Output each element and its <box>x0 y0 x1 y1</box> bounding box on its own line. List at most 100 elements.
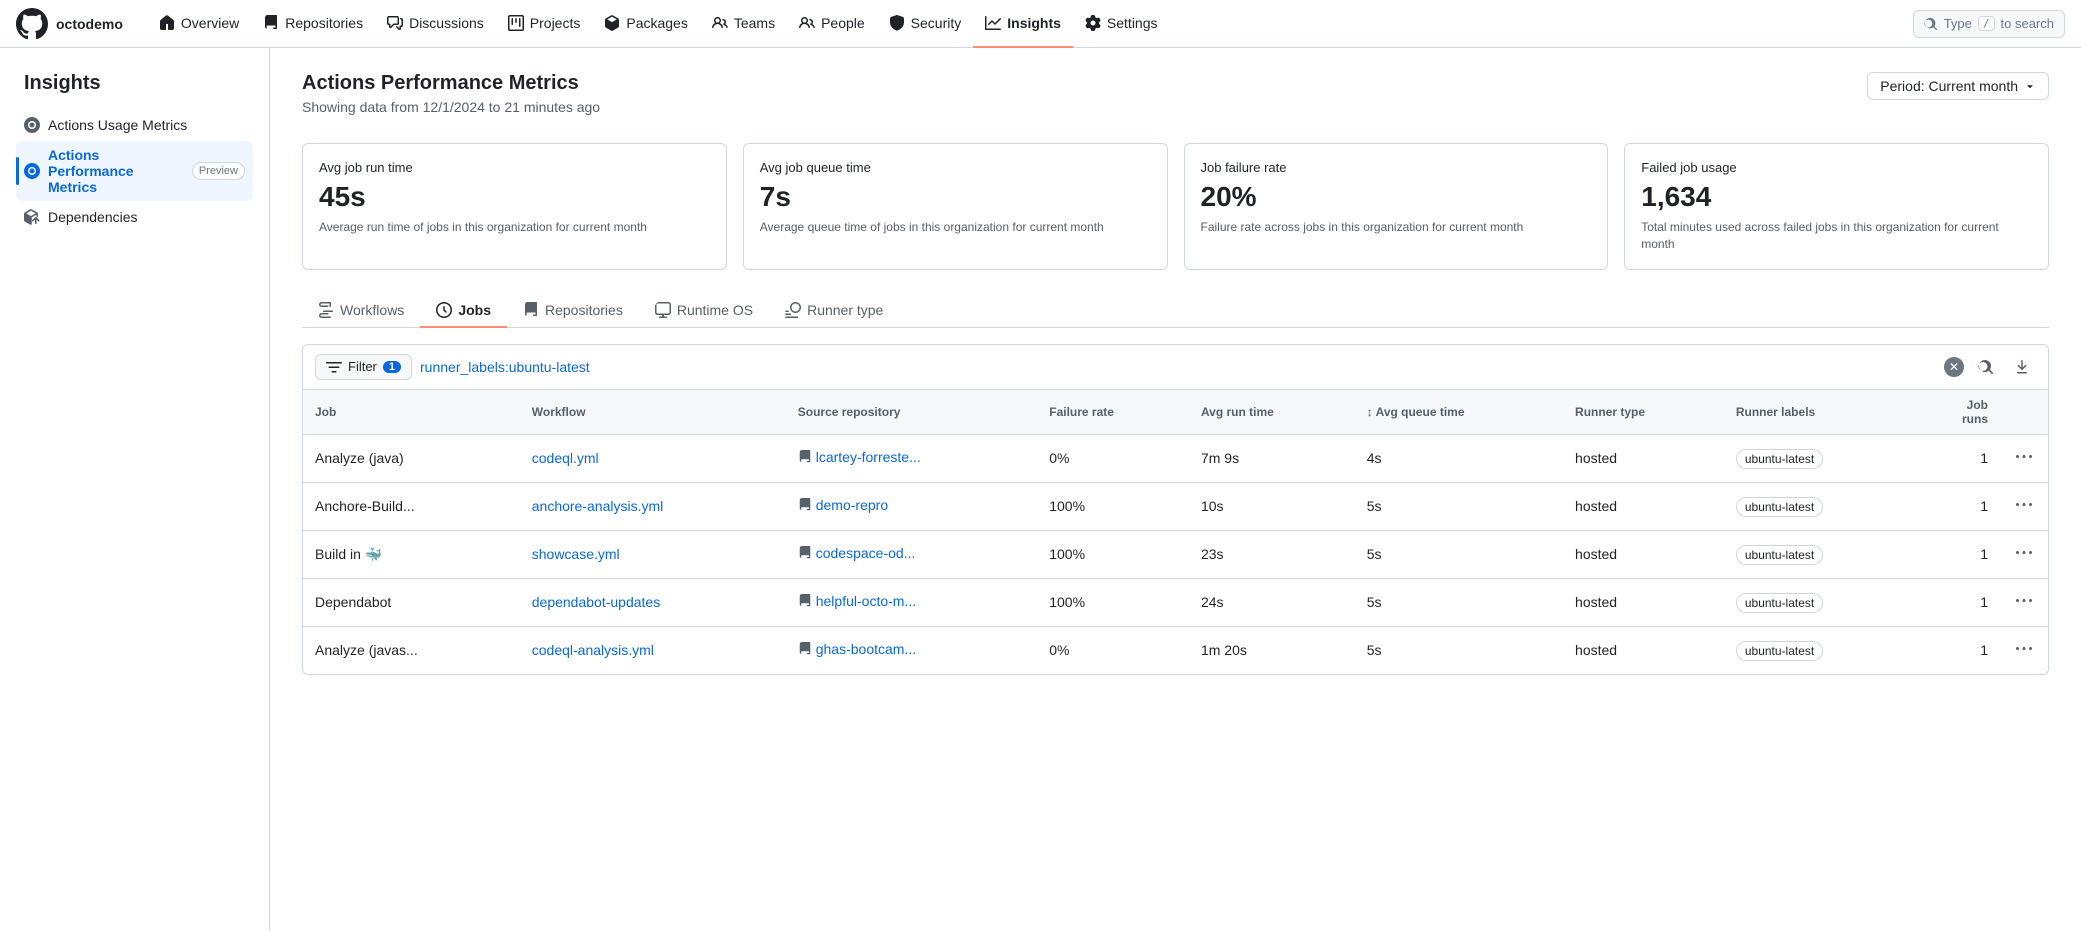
circle-dot-icon <box>24 117 40 133</box>
workflow-link-2[interactable]: showcase.yml <box>532 546 620 562</box>
cell-failure-rate-3: 100% <box>1037 578 1189 626</box>
cell-runner-type-2: hosted <box>1563 530 1724 578</box>
nav-item-security[interactable]: Security <box>877 0 974 48</box>
table-row: Anchore-Build... anchore-analysis.yml de… <box>303 482 2048 530</box>
filter-label: Filter <box>348 359 377 374</box>
nav-items: Overview Repositories Discussions Projec… <box>147 0 1913 48</box>
download-icon <box>2014 359 2030 375</box>
nav-item-repositories-label: Repositories <box>285 15 363 31</box>
period-button-label: Period: Current month <box>1880 78 2018 94</box>
stat-card-1: Avg job queue time 7s Average queue time… <box>743 143 1168 270</box>
sidebar-item-dependencies[interactable]: Dependencies <box>16 203 253 231</box>
more-icon-4 <box>2016 641 2032 657</box>
stat-desc-1: Average queue time of jobs in this organ… <box>760 219 1151 236</box>
sidebar-item-actions-usage[interactable]: Actions Usage Metrics <box>16 111 253 139</box>
cell-avg-run-time-0: 7m 9s <box>1189 434 1355 482</box>
cell-workflow-1: anchore-analysis.yml <box>520 482 786 530</box>
filter-clear-button[interactable]: ✕ <box>1944 357 1964 377</box>
source-repo-link-3[interactable]: helpful-octo-m... <box>816 593 916 609</box>
nav-item-repositories[interactable]: Repositories <box>251 0 375 48</box>
cell-workflow-2: showcase.yml <box>520 530 786 578</box>
tab-jobs[interactable]: Jobs <box>420 294 507 328</box>
table-row: Dependabot dependabot-updates helpful-oc… <box>303 578 2048 626</box>
more-actions-button-4[interactable] <box>2012 637 2036 664</box>
jobs-icon <box>436 302 452 318</box>
search-icon <box>1924 17 1938 31</box>
th-runner-type: Runner type <box>1563 390 1724 435</box>
cell-runner-labels-1: ubuntu-latest <box>1724 482 1915 530</box>
tab-runtime-os[interactable]: Runtime OS <box>639 294 769 328</box>
search-label: Type <box>1944 16 1972 31</box>
nav-item-people[interactable]: People <box>787 0 877 48</box>
more-actions-button-3[interactable] <box>2012 589 2036 616</box>
nav-item-teams[interactable]: Teams <box>700 0 787 48</box>
search-filter-icon <box>1978 359 1994 375</box>
filter-download-button[interactable] <box>2008 353 2036 381</box>
nav-logo[interactable]: octodemo <box>16 8 139 40</box>
stat-card-0: Avg job run time 45s Average run time of… <box>302 143 727 270</box>
nav-item-settings-label: Settings <box>1107 15 1158 31</box>
nav-item-packages-label: Packages <box>626 15 687 31</box>
cell-avg-run-time-3: 24s <box>1189 578 1355 626</box>
source-repo-link-0[interactable]: lcartey-forreste... <box>816 449 921 465</box>
more-actions-button-0[interactable] <box>2012 445 2036 472</box>
cell-failure-rate-2: 100% <box>1037 530 1189 578</box>
cell-workflow-3: dependabot-updates <box>520 578 786 626</box>
workflow-link-1[interactable]: anchore-analysis.yml <box>532 498 664 514</box>
source-repo-link-1[interactable]: demo-repro <box>816 497 888 513</box>
chevron-down-icon <box>2024 80 2036 92</box>
more-icon-2 <box>2016 545 2032 561</box>
source-repo-link-4[interactable]: ghas-bootcam... <box>816 641 916 657</box>
tab-workflows[interactable]: Workflows <box>302 294 420 328</box>
stat-label-1: Avg job queue time <box>760 160 1151 175</box>
more-actions-button-2[interactable] <box>2012 541 2036 568</box>
sidebar-item-dependencies-label: Dependencies <box>48 209 138 225</box>
nav-item-discussions-label: Discussions <box>409 15 484 31</box>
period-button[interactable]: Period: Current month <box>1867 72 2049 100</box>
security-icon <box>889 15 905 31</box>
sidebar-title: Insights <box>16 72 253 95</box>
table-row: Analyze (javas... codeql-analysis.yml gh… <box>303 626 2048 674</box>
cell-job-2: Build in 🐳 <box>303 530 520 578</box>
search-box[interactable]: Type / to search <box>1913 10 2065 38</box>
nav-item-insights[interactable]: Insights <box>973 0 1073 48</box>
workflow-link-4[interactable]: codeql-analysis.yml <box>532 642 654 658</box>
nav-item-discussions[interactable]: Discussions <box>375 0 496 48</box>
tab-runner-type[interactable]: Runner type <box>769 294 899 328</box>
nav-item-overview-label: Overview <box>181 15 239 31</box>
stat-desc-2: Failure rate across jobs in this organiz… <box>1201 219 1592 236</box>
filter-search-button[interactable] <box>1972 353 2000 381</box>
cell-runner-type-4: hosted <box>1563 626 1724 674</box>
nav-item-packages[interactable]: Packages <box>592 0 699 48</box>
more-actions-button-1[interactable] <box>2012 493 2036 520</box>
stats-grid: Avg job run time 45s Average run time of… <box>302 143 2049 270</box>
runner-label-badge-0: ubuntu-latest <box>1736 449 1823 469</box>
cell-avg-queue-time-1: 5s <box>1355 482 1563 530</box>
source-repo-link-2[interactable]: codespace-od... <box>816 545 916 561</box>
cell-job-runs-1: 1 <box>1914 482 2000 530</box>
stat-value-0: 45s <box>319 183 710 211</box>
cell-avg-queue-time-2: 5s <box>1355 530 1563 578</box>
active-indicator <box>16 157 19 185</box>
th-avg-queue-time[interactable]: ↕ Avg queue time <box>1355 390 1563 435</box>
workflow-link-0[interactable]: codeql.yml <box>532 450 599 466</box>
tab-runner-type-label: Runner type <box>807 302 883 318</box>
cell-job-1: Anchore-Build... <box>303 482 520 530</box>
cell-runner-labels-4: ubuntu-latest <box>1724 626 1915 674</box>
nav-item-overview[interactable]: Overview <box>147 0 251 48</box>
stat-label-0: Avg job run time <box>319 160 710 175</box>
th-actions <box>2000 390 2048 435</box>
sidebar-item-actions-performance[interactable]: Actions Performance Metrics Preview <box>16 141 253 201</box>
th-avg-run-time: Avg run time <box>1189 390 1355 435</box>
cell-runner-type-1: hosted <box>1563 482 1724 530</box>
tab-repositories[interactable]: Repositories <box>507 294 639 328</box>
nav-item-projects[interactable]: Projects <box>496 0 593 48</box>
org-name[interactable]: octodemo <box>56 16 123 32</box>
cell-failure-rate-4: 0% <box>1037 626 1189 674</box>
sidebar-item-actions-usage-label: Actions Usage Metrics <box>48 117 187 133</box>
cell-failure-rate-0: 0% <box>1037 434 1189 482</box>
tab-workflows-label: Workflows <box>340 302 404 318</box>
workflow-link-3[interactable]: dependabot-updates <box>532 594 660 610</box>
nav-item-settings[interactable]: Settings <box>1073 0 1170 48</box>
filter-button[interactable]: Filter 1 <box>315 354 412 380</box>
